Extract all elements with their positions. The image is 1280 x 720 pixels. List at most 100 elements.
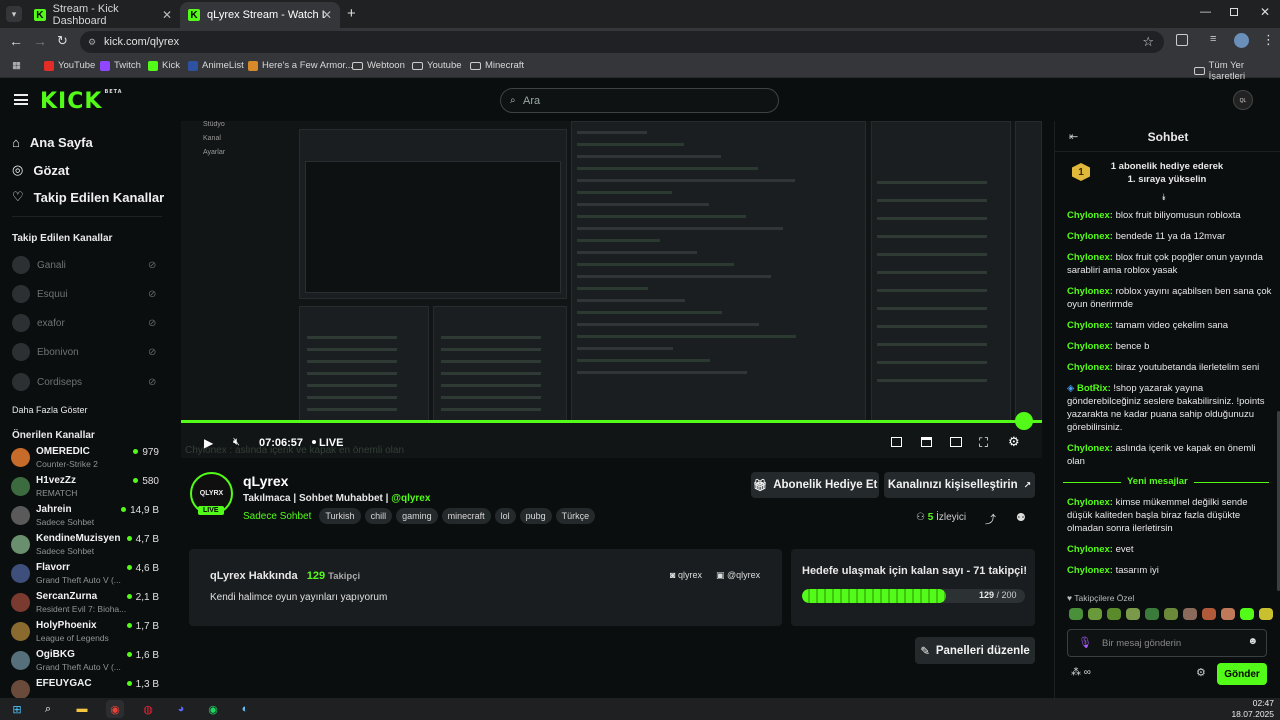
followed-channel[interactable]: Ganali ⊘ (12, 256, 156, 274)
channel-name[interactable]: qLyrex (243, 473, 288, 489)
recommended-channel[interactable]: Flavorr Grand Theft Auto V (... 4,6 B (11, 560, 163, 588)
recommended-channel[interactable]: SercanZurna Resident Evil 7: Bioha... 2,1 … (11, 589, 163, 617)
extensions-icon[interactable] (1176, 34, 1188, 46)
forward-arrow-icon[interactable]: → (33, 33, 47, 49)
profile-avatar[interactable] (1234, 33, 1249, 48)
recommended-channel[interactable]: H1vezZz REMATCH 580 (11, 473, 163, 501)
taskbar-clock[interactable]: 02:47 18.07.2025 (1228, 698, 1274, 720)
chat-username[interactable]: Chylonex: (1067, 231, 1113, 242)
emote-icon[interactable] (1126, 608, 1140, 620)
chat-username[interactable]: Chylonex: (1067, 286, 1113, 297)
customize-channel-button[interactable]: Kanalınızı kişiselleştirin ↗ (884, 472, 1035, 498)
bookmark-folder-webtoon[interactable]: Webtoon (352, 60, 405, 71)
recommended-channel[interactable]: KendineMuzisyen Sadece Sohbet 4,7 B (11, 531, 163, 559)
play-icon[interactable]: ▶ (204, 436, 213, 450)
bookmark-folder-minecraft[interactable]: Minecraft (470, 60, 524, 71)
file-explorer-icon[interactable]: ▬ (73, 700, 91, 718)
recommended-channel[interactable]: OMEREDIC Counter-Strike 2 979 (11, 444, 163, 472)
bookmark-folder-youtube[interactable]: Youtube (412, 60, 462, 71)
bookmark-animelist[interactable]: AnimeList (188, 60, 244, 71)
all-bookmarks[interactable]: Tüm Yer İşaretleri (1194, 60, 1280, 82)
tag[interactable]: Turkish (319, 508, 361, 524)
user-avatar[interactable]: QL (1233, 90, 1253, 110)
tab-list-chevron-icon[interactable]: ▾ (6, 6, 22, 22)
gift-subscription-button[interactable]: 🎁︎ Abonelik Hediye Et (751, 472, 879, 498)
emote-icon[interactable] (1145, 608, 1159, 620)
steam-icon[interactable]: ◐ (236, 700, 254, 718)
tag[interactable]: lol (494, 508, 516, 524)
video-player[interactable]: Stüdyo Kanal Ayarlar Chylonex : aslında iç… (181, 121, 1042, 458)
recommended-channel[interactable]: HolyPhoenix League of Legends 1,7 B (11, 618, 163, 646)
discord-icon[interactable]: ◕ (172, 700, 190, 718)
nav-browse[interactable]: ◎ Gözat (12, 162, 69, 178)
tab-qlyrex-stream[interactable]: K qLyrex Stream - Watch Live on K ✕ (180, 2, 340, 28)
chat-username[interactable]: BotRix: (1077, 383, 1111, 394)
recommended-channel[interactable]: Jahrein Sadece Sohbet 14,9 B (11, 502, 163, 530)
emote-icon[interactable] (1164, 608, 1178, 620)
theater-mode-icon[interactable] (950, 437, 962, 447)
bookmark-youtube[interactable]: YouTube (44, 60, 95, 71)
emoji-icon[interactable]: ☻ (1247, 636, 1258, 647)
pip-icon[interactable] (891, 437, 902, 447)
settings-gear-icon[interactable]: ⚙ (1008, 434, 1020, 450)
recommended-channel[interactable]: OgiBKG Grand Theft Auto V (... 1,6 B (11, 647, 163, 675)
close-tab-icon[interactable]: ✕ (322, 8, 332, 22)
site-info-icon[interactable]: ⚙ (88, 37, 96, 48)
chrome-icon[interactable]: ◉ (106, 700, 124, 718)
mute-icon[interactable]: 🔇︎ (233, 436, 240, 449)
chat-username[interactable]: Chylonex: (1067, 320, 1113, 331)
bookmark-armor[interactable]: Here's a Few Armor... (248, 60, 353, 71)
browser-menu-icon[interactable]: ⋮ (1262, 32, 1275, 48)
app-icon[interactable]: ◍ (139, 700, 157, 718)
bookmark-twitch[interactable]: Twitch (100, 60, 141, 71)
tag[interactable]: pubg (519, 508, 552, 524)
taskbar-search-icon[interactable]: ⌕ (39, 700, 57, 718)
minimize-icon[interactable]: — (1200, 6, 1211, 18)
send-button[interactable]: Gönder (1217, 663, 1267, 685)
followed-channel[interactable]: Cordiseps ⊘ (12, 373, 156, 391)
nav-following[interactable]: ♡ Takip Edilen Kanallar (12, 189, 164, 205)
share-icon[interactable]: ⤴ (985, 511, 996, 527)
chat-username[interactable]: Chylonex: (1067, 565, 1113, 576)
bookmark-kick[interactable]: Kick (148, 60, 180, 71)
follow-user-icon[interactable]: ⚉ (1016, 511, 1026, 524)
search-input[interactable]: ⌕ Ara (500, 88, 779, 113)
kick-logo[interactable]: KICK BETA (40, 89, 123, 114)
recommended-channel[interactable]: EFEUYGAC 1,3 B (11, 676, 163, 698)
back-arrow-icon[interactable]: ← (9, 33, 23, 49)
emote-icon[interactable] (1069, 608, 1083, 620)
apps-grid-icon[interactable]: ▦ (12, 60, 21, 71)
progress-bar[interactable] (181, 420, 1042, 423)
emote-icon[interactable] (1240, 608, 1254, 620)
close-tab-icon[interactable]: ✕ (162, 8, 172, 22)
followed-channel[interactable]: Esquui ⊘ (12, 285, 156, 303)
emote-icon[interactable] (1259, 608, 1273, 620)
followed-channel[interactable]: exafor ⊘ (12, 314, 156, 332)
chat-username[interactable]: Chylonex: (1067, 210, 1113, 221)
followed-channel[interactable]: Ebonivon ⊘ (12, 343, 156, 361)
fullscreen-icon[interactable]: ⛶ (979, 435, 988, 451)
tab-kick-dashboard[interactable]: K Stream - Kick Dashboard ✕ (26, 2, 180, 28)
microphone-icon[interactable]: 🎙︎ (1078, 636, 1092, 649)
emote-icon[interactable] (1221, 608, 1235, 620)
chat-username[interactable]: Chylonex: (1067, 362, 1113, 373)
channel-points-icon[interactable]: ⁂ ∞ (1071, 667, 1091, 678)
emote-icon[interactable] (1202, 608, 1216, 620)
chat-username[interactable]: Chylonex: (1067, 497, 1113, 508)
media-control-icon[interactable]: ≡ (1210, 33, 1216, 45)
tag[interactable]: Türkçe (555, 508, 596, 524)
emote-icon[interactable] (1088, 608, 1102, 620)
url-field[interactable]: ⚙ kick.com/qlyrex ☆ (80, 31, 1164, 53)
reload-icon[interactable]: ↻ (57, 33, 68, 49)
edit-panels-button[interactable]: ✎ Panelleri düzenle (915, 637, 1035, 664)
nav-home[interactable]: ⌂ Ana Sayfa (12, 135, 93, 150)
chat-username[interactable]: Chylonex: (1067, 252, 1113, 263)
tag[interactable]: gaming (396, 508, 438, 524)
emote-icon[interactable] (1107, 608, 1121, 620)
chat-username[interactable]: Chylonex: (1067, 443, 1113, 454)
windows-start-icon[interactable]: ⊞ (8, 700, 26, 718)
expand-pinned-icon[interactable]: ⯯ (1161, 192, 1166, 203)
hamburger-menu-icon[interactable] (14, 94, 28, 105)
tag[interactable]: minecraft (441, 508, 491, 524)
restore-icon[interactable] (1230, 8, 1238, 16)
